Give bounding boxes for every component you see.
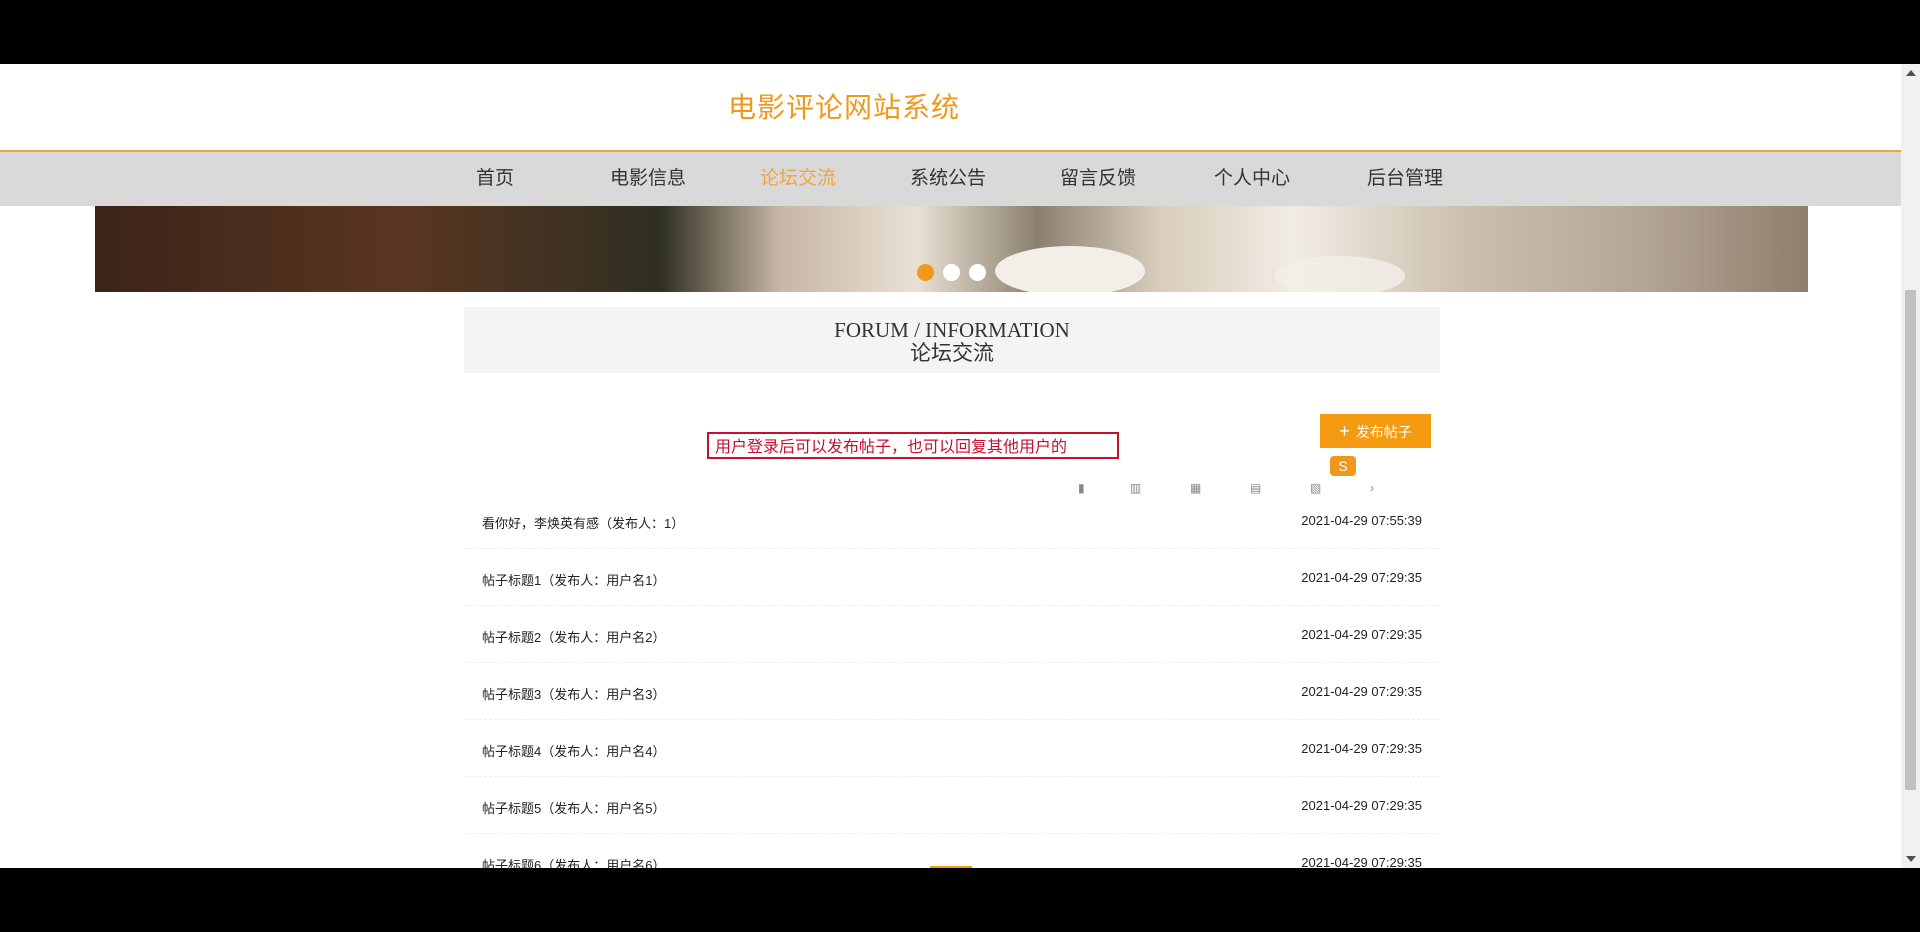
post-time: 2021-04-29 07:29:35 xyxy=(1301,570,1422,585)
publish-post-label: 发布帖子 xyxy=(1355,424,1412,440)
banner-carousel[interactable] xyxy=(95,206,1808,292)
section-header: FORUM / INFORMATION 论坛交流 xyxy=(464,307,1440,373)
scroll-down-icon[interactable] xyxy=(1906,856,1916,862)
post-title[interactable]: 帖子标题1（发布人：用户名1） xyxy=(482,570,665,589)
carousel-dot-1[interactable] xyxy=(917,264,934,281)
section-title-cn: 论坛交流 xyxy=(910,341,994,365)
post-row[interactable]: 帖子标题3（发布人：用户名3） 2021-04-29 07:29:35 xyxy=(464,663,1440,720)
section-title-en: FORUM / INFORMATION xyxy=(834,318,1070,342)
nav-item-movies[interactable]: 电影信息 xyxy=(610,152,686,206)
plus-icon: + xyxy=(1339,421,1350,441)
post-time: 2021-04-29 07:29:35 xyxy=(1301,684,1422,699)
nav-item-feedback[interactable]: 留言反馈 xyxy=(1060,152,1136,206)
post-time: 2021-04-29 07:55:39 xyxy=(1301,513,1422,528)
pagination-indicator[interactable] xyxy=(930,866,972,868)
post-row[interactable]: 帖子标题1（发布人：用户名1） 2021-04-29 07:29:35 xyxy=(464,549,1440,606)
post-title[interactable]: 帖子标题4（发布人：用户名4） xyxy=(482,741,665,760)
post-list: 看你好，李焕英有感（发布人：1） 2021-04-29 07:55:39 帖子标… xyxy=(464,492,1440,868)
nav-item-admin[interactable]: 后台管理 xyxy=(1367,152,1443,206)
post-time: 2021-04-29 07:29:35 xyxy=(1301,798,1422,813)
browser-viewport: 电影评论网站系统 首页 电影信息 论坛交流 系统公告 留言反馈 个人中心 后台管… xyxy=(0,64,1920,868)
nav-item-home[interactable]: 首页 xyxy=(476,152,514,206)
banner-plate-shape xyxy=(1275,256,1405,292)
scroll-up-icon[interactable] xyxy=(1906,70,1916,76)
post-title[interactable]: 帖子标题3（发布人：用户名3） xyxy=(482,684,665,703)
nav-item-forum[interactable]: 论坛交流 xyxy=(760,152,836,206)
nav-item-announcements[interactable]: 系统公告 xyxy=(910,152,986,206)
site-title: 电影评论网站系统 xyxy=(728,92,961,123)
page-scrollbar[interactable] xyxy=(1901,64,1920,868)
main-nav: 首页 电影信息 论坛交流 系统公告 留言反馈 个人中心 后台管理 xyxy=(0,152,1901,206)
post-title[interactable]: 帖子标题6（发布人：用户名6） xyxy=(482,855,665,868)
publish-post-button[interactable]: + 发布帖子 xyxy=(1320,414,1431,448)
post-row[interactable]: 帖子标题4（发布人：用户名4） 2021-04-29 07:29:35 xyxy=(464,720,1440,777)
post-time: 2021-04-29 07:29:35 xyxy=(1301,741,1422,756)
post-title[interactable]: 帖子标题5（发布人：用户名5） xyxy=(482,798,665,817)
nav-item-personal-center[interactable]: 个人中心 xyxy=(1214,152,1290,206)
post-title[interactable]: 帖子标题2（发布人：用户名2） xyxy=(482,627,665,646)
carousel-dot-2[interactable] xyxy=(943,264,960,281)
login-notice: 用户登录后可以发布帖子，也可以回复其他用户的 xyxy=(707,432,1119,459)
post-time: 2021-04-29 07:29:35 xyxy=(1301,627,1422,642)
scrollbar-thumb[interactable] xyxy=(1905,290,1916,790)
banner-plate-shape xyxy=(995,246,1145,292)
post-row[interactable]: 帖子标题2（发布人：用户名2） 2021-04-29 07:29:35 xyxy=(464,606,1440,663)
carousel-dot-3[interactable] xyxy=(969,264,986,281)
post-time: 2021-04-29 07:29:35 xyxy=(1301,855,1422,868)
ime-logo-icon: S xyxy=(1330,456,1356,476)
post-row[interactable]: 看你好，李焕英有感（发布人：1） 2021-04-29 07:55:39 xyxy=(464,492,1440,549)
post-row[interactable]: 帖子标题5（发布人：用户名5） 2021-04-29 07:29:35 xyxy=(464,777,1440,834)
post-row[interactable]: 帖子标题6（发布人：用户名6） 2021-04-29 07:29:35 xyxy=(464,834,1440,868)
site-header: 电影评论网站系统 xyxy=(0,64,1901,152)
post-title[interactable]: 看你好，李焕英有感（发布人：1） xyxy=(482,513,684,532)
